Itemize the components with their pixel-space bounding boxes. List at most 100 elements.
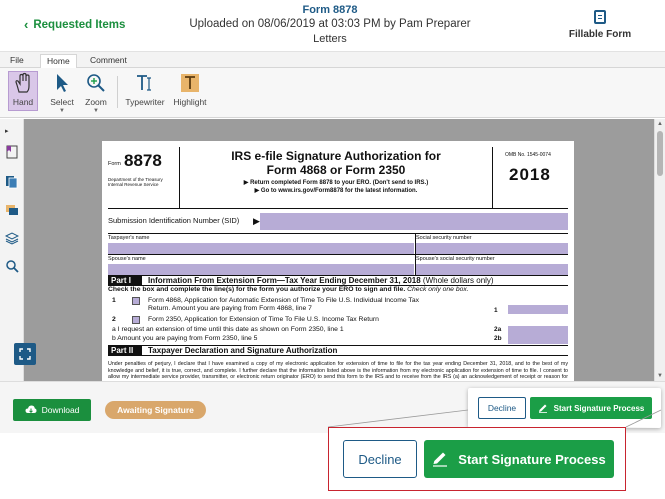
sid-row: Submission Identification Number (SID) ▶	[108, 211, 568, 231]
form4868-checkbox[interactable]	[132, 297, 140, 305]
spouse-ssn-field[interactable]	[416, 264, 568, 275]
tab-file[interactable]: File	[4, 54, 30, 68]
pages-icon[interactable]	[5, 175, 19, 189]
start-signature-button[interactable]: Start Signature Process	[530, 397, 652, 419]
document-viewer[interactable]: Form 8878 Department of the Treasury Int…	[24, 119, 654, 381]
vertical-scrollbar[interactable]: ▲ ▼	[654, 119, 665, 381]
part2-title: Taxpayer Declaration and Signature Autho…	[148, 346, 338, 355]
start-signature-button-zoomed[interactable]: Start Signature Process	[424, 440, 614, 478]
chevron-left-icon: ‹	[24, 17, 29, 32]
fillable-form-button[interactable]: Fillable Form	[560, 10, 640, 40]
ribbon-tabs: File Home Comment	[0, 52, 665, 68]
form-instruction-1: ▶ Return completed Form 8878 to your ERO…	[243, 180, 429, 186]
form-title-line2: Form 4868 or Form 2350	[266, 163, 406, 177]
line2a-field[interactable]	[508, 326, 568, 335]
form-number-block: Form 8878 Department of the Treasury Int…	[108, 147, 180, 209]
scroll-down-icon[interactable]: ▼	[657, 373, 663, 379]
pencil-icon	[538, 404, 547, 413]
part2-header: Part II Taxpayer Declaration and Signatu…	[108, 345, 568, 356]
download-label: Download	[41, 405, 80, 415]
line1-text: Form 4868, Application for Automatic Ext…	[148, 297, 420, 304]
cloud-download-icon	[25, 405, 37, 414]
spouse-name-field[interactable]	[108, 264, 414, 275]
line2b-text: b Amount you are paying from Form 2350, …	[112, 335, 258, 342]
part1-instruction-text: Check the box and complete the line(s) f…	[108, 286, 406, 293]
part1-instructions: Check the box and complete the line(s) f…	[108, 286, 568, 294]
omb-block: OMB No. 1545-0074 2018	[492, 147, 568, 209]
download-button[interactable]: Download	[13, 399, 91, 421]
line2b-field[interactable]	[508, 335, 568, 344]
typewriter-tool-button[interactable]: Typewriter	[122, 72, 168, 107]
pdf-page: Form 8878 Department of the Treasury Int…	[102, 141, 574, 381]
highlight-icon	[179, 72, 201, 94]
line1-box-number: 1	[494, 307, 498, 314]
expand-panel-icon[interactable]: ▸	[5, 127, 19, 141]
signature-actions: Decline Start Signature Process	[468, 388, 661, 428]
form-header: Form 8878 Department of the Treasury Int…	[108, 147, 568, 209]
ssn-field[interactable]	[416, 243, 568, 254]
part1-instruction-italic: Check only one box.	[407, 286, 469, 293]
fullscreen-button[interactable]	[14, 343, 36, 365]
start-signature-label-zoomed: Start Signature Process	[458, 451, 606, 467]
layers-icon[interactable]	[4, 231, 20, 245]
form-instruction-2: ▶ Go to www.irs.gov/Form8878 for the lat…	[254, 188, 418, 194]
department-label: Department of the Treasury Internal Reve…	[108, 177, 163, 187]
form-icon	[594, 10, 606, 24]
line2a-text: a I request an extension of time until t…	[112, 326, 344, 333]
hand-icon	[12, 72, 34, 94]
zoomed-callout: Decline Start Signature Process	[328, 427, 626, 491]
left-sidebar: ▸	[0, 119, 24, 381]
line1-amount-field[interactable]	[508, 305, 568, 314]
zoom-dropdown-icon: ▼	[93, 108, 99, 114]
pencil-icon	[433, 452, 448, 467]
part1-header: Part I Information From Extension Form—T…	[108, 275, 568, 286]
highlight-label: Highlight	[173, 97, 207, 107]
highlight-tool-button[interactable]: Highlight	[170, 72, 210, 107]
decline-button[interactable]: Decline	[478, 397, 526, 419]
part1-title-wrap: Information From Extension Form—Tax Year…	[148, 276, 494, 285]
zoom-tool-button[interactable]: Zoom ▼	[76, 72, 116, 114]
typewriter-icon	[134, 72, 156, 94]
form-title-line1: IRS e-file Signature Authorization for	[231, 149, 441, 163]
scroll-up-icon[interactable]: ▲	[657, 121, 663, 127]
line2-text: Form 2350, Application for Extension of …	[148, 316, 379, 323]
decline-button-zoomed[interactable]: Decline	[343, 440, 417, 478]
scroll-thumb[interactable]	[657, 131, 663, 176]
ribbon-toolbar: Hand Select ▼ Zoom ▼ Typewriter Highligh…	[0, 68, 665, 118]
form-number: 8878	[124, 151, 162, 170]
zoom-icon	[85, 72, 107, 94]
part1-suffix: (Whole dollars only)	[422, 276, 494, 285]
back-label: Requested Items	[33, 18, 126, 31]
tab-comment[interactable]: Comment	[84, 54, 133, 68]
arrow-right-icon: ▶	[253, 216, 260, 226]
toolbar-divider	[117, 76, 118, 108]
form-title-block: IRS e-file Signature Authorization for F…	[186, 149, 486, 194]
line2a-box-number: 2a	[494, 326, 502, 333]
line2-number: 2	[112, 316, 116, 323]
form-prefix: Form	[108, 161, 121, 167]
comments-icon[interactable]	[5, 203, 19, 217]
part1-label: Part I	[108, 276, 142, 285]
line1-text2: Return. Amount you are paying from Form …	[148, 305, 312, 312]
omb-number: OMB No. 1545-0074	[505, 152, 551, 158]
line1-number: 1	[112, 297, 116, 304]
back-to-requested-items-link[interactable]: ‹ Requested Items	[24, 18, 125, 31]
taxpayer-row: Taxpayer's name Social security number	[108, 233, 568, 255]
part2-label: Part II	[108, 346, 142, 355]
form2350-checkbox[interactable]	[132, 316, 140, 324]
tab-home[interactable]: Home	[40, 54, 77, 68]
tax-year: 2018	[509, 165, 551, 184]
status-badge: Awaiting Signature	[105, 401, 206, 419]
search-icon[interactable]	[5, 259, 19, 273]
part2-title-wrap: Taxpayer Declaration and Signature Autho…	[148, 346, 337, 355]
spouse-name-label: Spouse's name	[108, 256, 146, 262]
hand-tool-button[interactable]: Hand	[8, 71, 38, 111]
sid-label: Submission Identification Number (SID)	[108, 216, 240, 225]
select-label: Select	[50, 97, 74, 107]
spouse-row: Spouse's name Spouse's social security n…	[108, 254, 568, 276]
document-title-block: Form 8878 Uploaded on 08/06/2019 at 03:0…	[180, 4, 480, 45]
taxpayer-name-field[interactable]	[108, 243, 414, 254]
bookmark-icon[interactable]	[5, 145, 19, 159]
sid-field[interactable]	[260, 213, 568, 230]
start-signature-label: Start Signature Process	[553, 403, 645, 413]
